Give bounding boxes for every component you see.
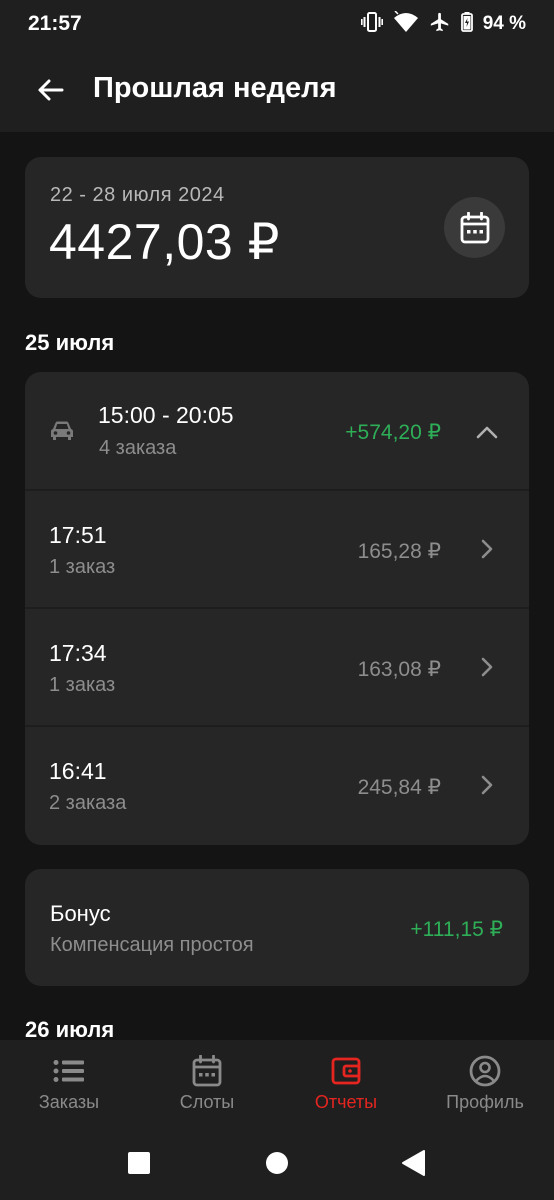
circle-icon <box>266 1152 288 1174</box>
home-button[interactable] <box>262 1148 292 1178</box>
profile-icon <box>469 1055 501 1087</box>
app-bar: Прошлая неделя <box>0 48 554 132</box>
calendar-icon <box>191 1055 223 1087</box>
shift-amount: +574,20 ₽ <box>345 421 441 444</box>
date-header-day-1: 25 июля <box>25 330 115 355</box>
triangle-back-icon <box>402 1150 425 1176</box>
list-icon <box>53 1055 85 1087</box>
order-time: 17:51 <box>49 522 107 548</box>
vibrate-icon <box>360 11 383 37</box>
order-count: 1 заказ <box>49 556 116 578</box>
nav-label-reports: Отчеты <box>314 1092 378 1112</box>
arrow-left-icon <box>38 79 64 101</box>
screen: 21:57 94 % Прошлая неделя 22 - 28 июля 2… <box>0 0 554 1200</box>
calendar-button[interactable] <box>444 197 505 258</box>
system-nav-bar <box>0 1126 554 1200</box>
order-amount: 245,84 ₽ <box>357 776 441 799</box>
car-icon <box>49 420 75 447</box>
nav-item-profile[interactable]: Профиль <box>416 1040 554 1126</box>
order-time: 16:41 <box>49 758 107 784</box>
page-title: Прошлая неделя <box>93 72 337 104</box>
summary-total: 4427,03 ₽ <box>49 214 280 270</box>
shift-header-row[interactable]: 15:00 - 20:05 4 заказа +574,20 ₽ <box>25 372 529 490</box>
order-count: 2 заказа <box>49 792 127 814</box>
bottom-nav: Заказы Слоты Отчеты Профиль <box>0 1040 554 1126</box>
nav-label-profile: Профиль <box>446 1092 524 1112</box>
wallet-icon <box>330 1055 362 1087</box>
back-button[interactable] <box>30 70 70 110</box>
order-amount: 165,28 ₽ <box>357 540 441 563</box>
recents-button[interactable] <box>124 1148 154 1178</box>
bonus-card[interactable]: Бонус Компенсация простоя +111,15 ₽ <box>25 869 529 986</box>
nav-label-slots: Слоты <box>179 1092 235 1112</box>
square-icon <box>128 1152 150 1174</box>
status-icons: 94 % <box>360 9 526 38</box>
order-time: 17:34 <box>49 640 107 666</box>
battery-icon <box>460 11 473 37</box>
nav-label-orders: Заказы <box>38 1092 100 1112</box>
bonus-amount: +111,15 ₽ <box>410 918 503 941</box>
nav-item-slots[interactable]: Слоты <box>138 1040 276 1126</box>
nav-item-reports[interactable]: Отчеты <box>277 1040 415 1126</box>
shift-orders-count: 4 заказа <box>99 437 177 459</box>
summary-card: 22 - 28 июля 2024 4427,03 ₽ <box>25 157 529 298</box>
wifi-icon <box>393 9 419 38</box>
shift-card: 15:00 - 20:05 4 заказа +574,20 ₽ 17:51 1… <box>25 372 529 845</box>
status-bar: 21:57 94 % <box>0 0 554 48</box>
nav-item-orders[interactable]: Заказы <box>0 1040 138 1126</box>
chevron-up-icon[interactable] <box>475 420 499 444</box>
airplane-icon <box>429 11 451 38</box>
status-time: 21:57 <box>28 12 82 35</box>
chevron-right-icon <box>475 537 499 561</box>
order-amount: 163,08 ₽ <box>357 658 441 681</box>
system-back-button[interactable] <box>398 1148 428 1178</box>
order-row[interactable]: 17:34 1 заказ 163,08 ₽ <box>25 609 529 727</box>
shift-time-range: 15:00 - 20:05 <box>98 402 234 428</box>
chevron-right-icon <box>475 655 499 679</box>
summary-date-range: 22 - 28 июля 2024 <box>50 184 225 206</box>
battery-percent: 94 % <box>482 13 526 34</box>
calendar-icon <box>460 211 489 243</box>
order-count: 1 заказ <box>49 674 116 696</box>
order-row[interactable]: 17:51 1 заказ 165,28 ₽ <box>25 491 529 609</box>
bonus-subtitle: Компенсация простоя <box>50 934 254 956</box>
bonus-title: Бонус <box>50 901 111 926</box>
chevron-right-icon <box>475 773 499 797</box>
order-row[interactable]: 16:41 2 заказа 245,84 ₽ <box>25 727 529 845</box>
